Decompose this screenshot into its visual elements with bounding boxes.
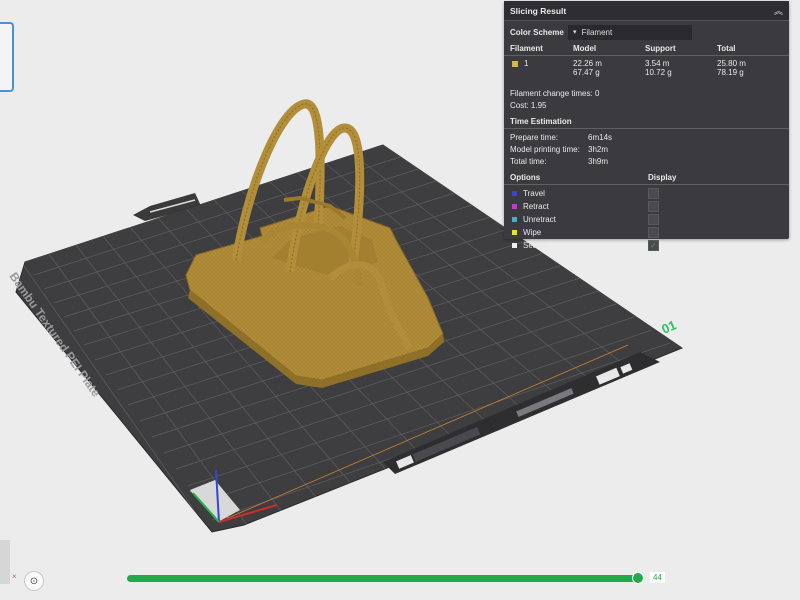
color-scheme-value: Filament xyxy=(581,27,613,37)
option-unretract: Unretract xyxy=(504,213,789,226)
prepare-time-label: Prepare time: xyxy=(510,132,559,142)
filament-id: 1 xyxy=(524,59,529,68)
options-header: Options Display xyxy=(504,170,789,185)
option-label: Retract xyxy=(523,202,549,211)
layer-slider-track[interactable] xyxy=(127,575,642,582)
slicing-result-panel: Slicing Result ︽ Color Scheme ▾ Filament… xyxy=(504,1,789,251)
option-label: Wipe xyxy=(523,228,542,237)
option-travel: Travel xyxy=(504,187,789,200)
filament-change-row: Filament change times: 0 xyxy=(504,87,789,99)
option-label: Seams xyxy=(523,241,548,250)
total-weight: 78.19 g xyxy=(717,68,744,77)
cost-label: Cost: xyxy=(510,100,529,110)
left-collapsed-tab[interactable] xyxy=(0,22,14,92)
close-icon[interactable]: × xyxy=(12,572,17,581)
prepare-time-row: Prepare time: 6m14s xyxy=(504,131,789,143)
option-seams: Seams ✓ xyxy=(504,239,789,252)
filament-color-swatch xyxy=(512,60,518,67)
seams-color-dot xyxy=(512,243,517,248)
prepare-time-value: 6m14s xyxy=(588,132,613,142)
model-time-label: Model printing time: xyxy=(510,144,580,154)
option-label: Travel xyxy=(523,189,545,198)
filament-change-value: 0 xyxy=(594,88,600,98)
chevron-down-icon: ▾ xyxy=(573,29,577,36)
left-corner-widget xyxy=(0,540,10,584)
col-filament: Filament xyxy=(510,43,543,53)
plate-number: 01 xyxy=(659,317,678,336)
option-retract: Retract xyxy=(504,200,789,213)
col-total: Total xyxy=(717,43,736,53)
chevron-up-icon[interactable]: ︽ xyxy=(774,4,783,17)
col-model: Model xyxy=(573,43,597,53)
travel-checkbox[interactable] xyxy=(648,188,659,199)
model-length: 22.26 m xyxy=(573,59,602,68)
cost-row: Cost: 1.95 xyxy=(504,99,789,111)
col-support: Support xyxy=(645,43,676,53)
filament-table-header: Filament Model Support Total xyxy=(504,41,789,56)
panel-title: Slicing Result xyxy=(510,5,567,16)
unretract-color-dot xyxy=(512,217,517,222)
zoom-fit-icon[interactable]: ⊙ xyxy=(24,571,44,591)
layer-value: 44 xyxy=(650,572,665,583)
total-time-label: Total time: xyxy=(510,156,547,166)
support-weight: 10.72 g xyxy=(645,68,672,77)
retract-color-dot xyxy=(512,204,517,209)
travel-color-dot xyxy=(512,191,517,196)
filament-change-label: Filament change times: xyxy=(510,88,593,98)
total-time-row: Total time: 3h9m xyxy=(504,155,789,167)
filament-row: 1 22.26 m 67.47 g 3.54 m 10.72 g 25.80 m… xyxy=(504,56,789,87)
total-time-value: 3h9m xyxy=(588,156,609,166)
total-length: 25.80 m xyxy=(717,59,746,68)
display-label: Display xyxy=(648,172,677,182)
retract-checkbox[interactable] xyxy=(648,201,659,212)
seams-checkbox[interactable]: ✓ xyxy=(648,240,659,251)
color-scheme-dropdown[interactable]: ▾ Filament xyxy=(568,24,692,40)
model-time-row: Model printing time: 3h2m xyxy=(504,143,789,155)
option-label: Unretract xyxy=(523,215,556,224)
panel-header[interactable]: Slicing Result ︽ xyxy=(504,1,789,21)
model-time-value: 3h2m xyxy=(588,144,609,154)
color-scheme-label: Color Scheme xyxy=(510,27,564,37)
cost-value: 1.95 xyxy=(530,100,547,110)
unretract-checkbox[interactable] xyxy=(648,214,659,225)
time-estimation-header: Time Estimation xyxy=(504,114,789,129)
support-length: 3.54 m xyxy=(645,59,670,68)
time-estimation-title: Time Estimation xyxy=(510,116,572,126)
option-wipe: Wipe xyxy=(504,226,789,239)
model-weight: 67.47 g xyxy=(573,68,600,77)
layer-slider-handle[interactable] xyxy=(632,572,644,584)
wipe-color-dot xyxy=(512,230,517,235)
wipe-checkbox[interactable] xyxy=(648,227,659,238)
options-label: Options xyxy=(510,172,541,182)
